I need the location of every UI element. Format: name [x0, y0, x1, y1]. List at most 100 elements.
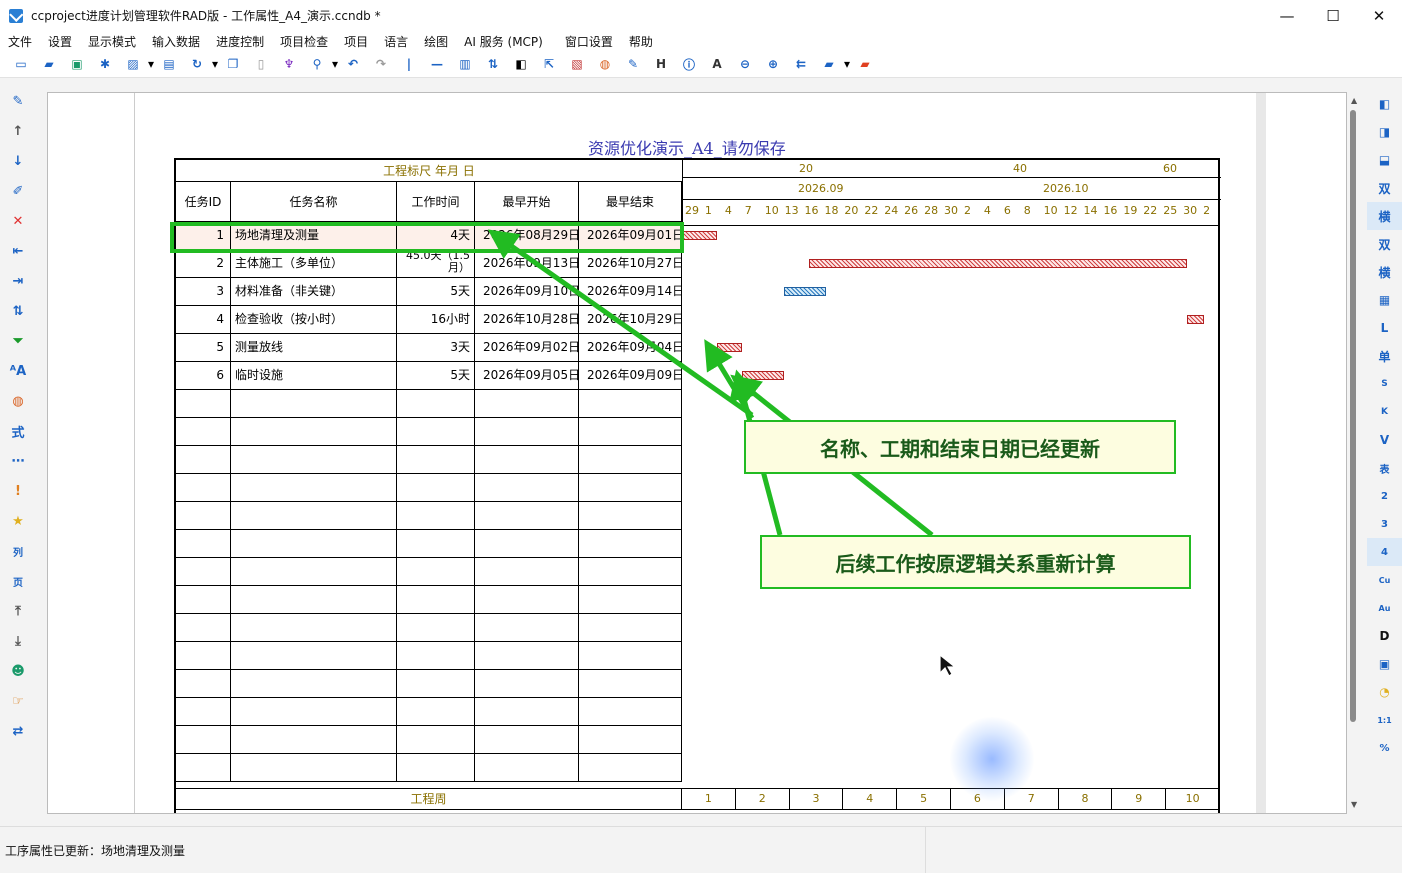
double-mode-button[interactable]: 双	[1367, 174, 1402, 202]
layout-left-icon[interactable]: ◧	[1367, 90, 1402, 118]
paste-icon[interactable]: ▯	[253, 56, 269, 72]
gantt-bar-task-1[interactable]	[683, 231, 717, 240]
table-row[interactable]	[176, 418, 682, 446]
l-mode-button[interactable]: L	[1367, 314, 1402, 342]
table-row[interactable]	[176, 698, 682, 726]
menu-draw[interactable]: 绘图	[416, 33, 456, 50]
filter-icon[interactable]: ⏷	[0, 326, 36, 356]
arrow-down-icon[interactable]: ↓	[0, 146, 36, 176]
formula-icon[interactable]: 式	[0, 416, 36, 446]
palette-icon[interactable]: ◍	[0, 386, 36, 416]
v-mode-button[interactable]: V	[1367, 426, 1402, 454]
table-row[interactable]: 6 临时设施 5天 2026年09月05日 2026年09月09日	[176, 362, 682, 390]
table-row[interactable]	[176, 474, 682, 502]
warning-icon[interactable]: !	[0, 476, 36, 506]
table-row[interactable]	[176, 390, 682, 418]
asterisk-icon[interactable]: ✱	[97, 56, 113, 72]
redo-icon[interactable]: ↷	[373, 56, 389, 72]
sort-icon[interactable]: ⇅	[485, 56, 501, 72]
table-row[interactable]	[176, 642, 682, 670]
move-top-icon[interactable]: ⤒	[0, 596, 36, 626]
table-row[interactable]	[176, 754, 682, 782]
line-icon[interactable]: —	[429, 56, 445, 72]
horizontal-mode-button[interactable]: 横	[1367, 202, 1402, 230]
single-mode-button[interactable]: 单	[1367, 342, 1402, 370]
move-bottom-icon[interactable]: ⤓	[0, 626, 36, 656]
star-icon[interactable]: ★	[0, 506, 36, 536]
layout-right-icon[interactable]: ◨	[1367, 118, 1402, 146]
close-button[interactable]: ✕	[1356, 0, 1402, 31]
menu-input-data[interactable]: 输入数据	[144, 33, 208, 50]
table-row[interactable]	[176, 530, 682, 558]
copy-icon[interactable]: ❐	[225, 56, 241, 72]
edit-doc-icon[interactable]: ✎	[625, 56, 641, 72]
save-icon[interactable]: ▣	[69, 56, 85, 72]
red-folder-icon[interactable]: ▰	[857, 56, 873, 72]
calculator-icon[interactable]: ▣	[1367, 650, 1402, 678]
horizontal-mode-alt-button[interactable]: 横	[1367, 258, 1402, 286]
gantt-bar-task-6[interactable]	[741, 371, 784, 380]
arrow-up-icon[interactable]: ↑	[0, 116, 36, 146]
palette-icon[interactable]: ◍	[597, 56, 613, 72]
table-row[interactable]	[176, 502, 682, 530]
scale-1-1-button[interactable]: 1:1	[1367, 706, 1402, 734]
dropdown-arrow-icon[interactable]: ▾	[331, 56, 339, 72]
d-button[interactable]: D	[1367, 622, 1402, 650]
zoom-in-icon[interactable]: ⊕	[765, 56, 781, 72]
table-row[interactable]	[176, 614, 682, 642]
au-button[interactable]: Au	[1367, 594, 1402, 622]
table-row[interactable]	[176, 586, 682, 614]
dropdown-arrow-icon[interactable]: ▾	[211, 56, 219, 72]
brush-icon[interactable]: ♆	[281, 56, 297, 72]
columns-icon[interactable]: ▥	[457, 56, 473, 72]
table-row[interactable]	[176, 558, 682, 586]
refresh-icon[interactable]: ↻	[189, 56, 205, 72]
scrollbar-thumb[interactable]	[1350, 110, 1356, 722]
print-icon[interactable]: ▤	[161, 56, 177, 72]
menu-window-settings[interactable]: 窗口设置	[557, 33, 621, 50]
menu-display-mode[interactable]: 显示模式	[80, 33, 144, 50]
layout-bottom-icon[interactable]: ⬓	[1367, 146, 1402, 174]
level-2-button[interactable]: 2	[1367, 482, 1402, 510]
table-row[interactable]: 3 材料准备（非关键） 5天 2026年09月10日 2026年09月14日	[176, 278, 682, 306]
menu-progress-control[interactable]: 进度控制	[208, 33, 272, 50]
indent-right-icon[interactable]: ⇥	[0, 266, 36, 296]
image-icon[interactable]: ▨	[125, 56, 141, 72]
scroll-down-icon[interactable]: ▼	[1351, 800, 1357, 809]
menu-project[interactable]: 项目	[336, 33, 376, 50]
collapse-icon[interactable]: ⇇	[793, 56, 809, 72]
table-row[interactable]	[176, 670, 682, 698]
gantt-bar-task-3[interactable]	[783, 287, 826, 296]
sort-vertical-icon[interactable]: ⇅	[0, 296, 36, 326]
zoom-out-icon[interactable]: ⊖	[737, 56, 753, 72]
text-a-icon[interactable]: A	[709, 56, 725, 72]
level-3-button[interactable]: 3	[1367, 510, 1402, 538]
dropdown-arrow-icon[interactable]: ▾	[843, 56, 851, 72]
menu-language[interactable]: 语言	[376, 33, 416, 50]
column-icon[interactable]: 列	[0, 536, 36, 566]
info-icon[interactable]: ⓘ	[681, 56, 697, 72]
undo-icon[interactable]: ↶	[345, 56, 361, 72]
gantt-bar-task-4[interactable]	[1187, 315, 1205, 324]
font-size-icon[interactable]: ᴬA	[0, 356, 36, 386]
table-row[interactable]: 2 主体施工（多单位） 45.0天（1.5月） 2026年09月13日 2026年10月…	[176, 250, 682, 278]
level-4-button[interactable]: 4	[1367, 538, 1402, 566]
pencil-icon[interactable]: ✎	[0, 86, 36, 116]
percent-button[interactable]: %	[1367, 734, 1402, 762]
menu-file[interactable]: 文件	[0, 33, 40, 50]
table-row[interactable]	[176, 726, 682, 754]
search-icon[interactable]: ⚲	[309, 56, 325, 72]
menu-project-check[interactable]: 项目检查	[272, 33, 336, 50]
cu-button[interactable]: Cu	[1367, 566, 1402, 594]
swap-icon[interactable]: ⇄	[0, 716, 36, 746]
table-mode-button[interactable]: 表	[1367, 454, 1402, 482]
table-row[interactable]: 5 测量放线 3天 2026年09月02日 2026年09月04日	[176, 334, 682, 362]
folder-icon[interactable]: ▰	[821, 56, 837, 72]
users-icon[interactable]: ☻	[0, 656, 36, 686]
table-row[interactable]	[176, 446, 682, 474]
scroll-up-icon[interactable]: ▲	[1351, 96, 1357, 105]
new-file-icon[interactable]: ▭	[13, 56, 29, 72]
maximize-button[interactable]: ☐	[1310, 0, 1356, 31]
gantt-bar-task-5[interactable]	[716, 343, 742, 352]
comment-icon[interactable]: ◔	[1367, 678, 1402, 706]
